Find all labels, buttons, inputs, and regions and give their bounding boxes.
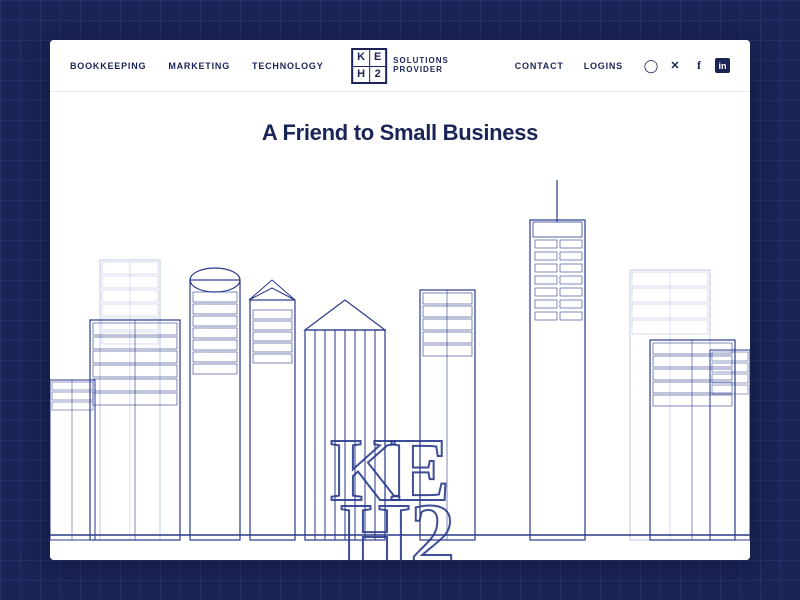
twitter-icon[interactable]: ✕ <box>667 58 683 74</box>
navbar: BOOKKEEPING MARKETING TECHNOLOGY K E H 2… <box>50 40 750 92</box>
logo-provider-label: PROVIDER <box>393 66 449 75</box>
nav-item-marketing[interactable]: MARKETING <box>168 61 230 71</box>
logo-cell-h: H <box>353 66 369 82</box>
main-card: BOOKKEEPING MARKETING TECHNOLOGY K E H 2… <box>50 40 750 560</box>
nav-right: CONTACT LOGINS ◯ ✕ f in <box>515 58 730 74</box>
cityscape: K E H 2 <box>50 180 750 560</box>
facebook-icon[interactable]: f <box>691 58 707 74</box>
logo-text: SOLUTIONS PROVIDER <box>393 57 449 75</box>
svg-text:H: H <box>340 486 410 560</box>
hero-section: A Friend to Small Business <box>50 92 750 560</box>
nav-left: BOOKKEEPING MARKETING TECHNOLOGY <box>70 61 324 71</box>
instagram-icon[interactable]: ◯ <box>643 58 659 74</box>
logo[interactable]: K E H 2 SOLUTIONS PROVIDER <box>351 48 449 84</box>
logo-box: K E H 2 <box>351 48 387 84</box>
social-icons: ◯ ✕ f in <box>643 58 730 74</box>
logo-cell-k: K <box>353 50 369 66</box>
nav-item-logins[interactable]: LOGINS <box>584 61 623 71</box>
outer-wrapper: BOOKKEEPING MARKETING TECHNOLOGY K E H 2… <box>0 0 800 600</box>
nav-item-technology[interactable]: TECHNOLOGY <box>252 61 324 71</box>
svg-text:2: 2 <box>410 486 455 560</box>
hero-title: A Friend to Small Business <box>50 92 750 146</box>
logo-cell-e: E <box>369 50 385 66</box>
nav-item-contact[interactable]: CONTACT <box>515 61 564 71</box>
nav-item-bookkeeping[interactable]: BOOKKEEPING <box>70 61 146 71</box>
linkedin-icon[interactable]: in <box>715 58 730 73</box>
logo-cell-2: 2 <box>369 66 385 82</box>
